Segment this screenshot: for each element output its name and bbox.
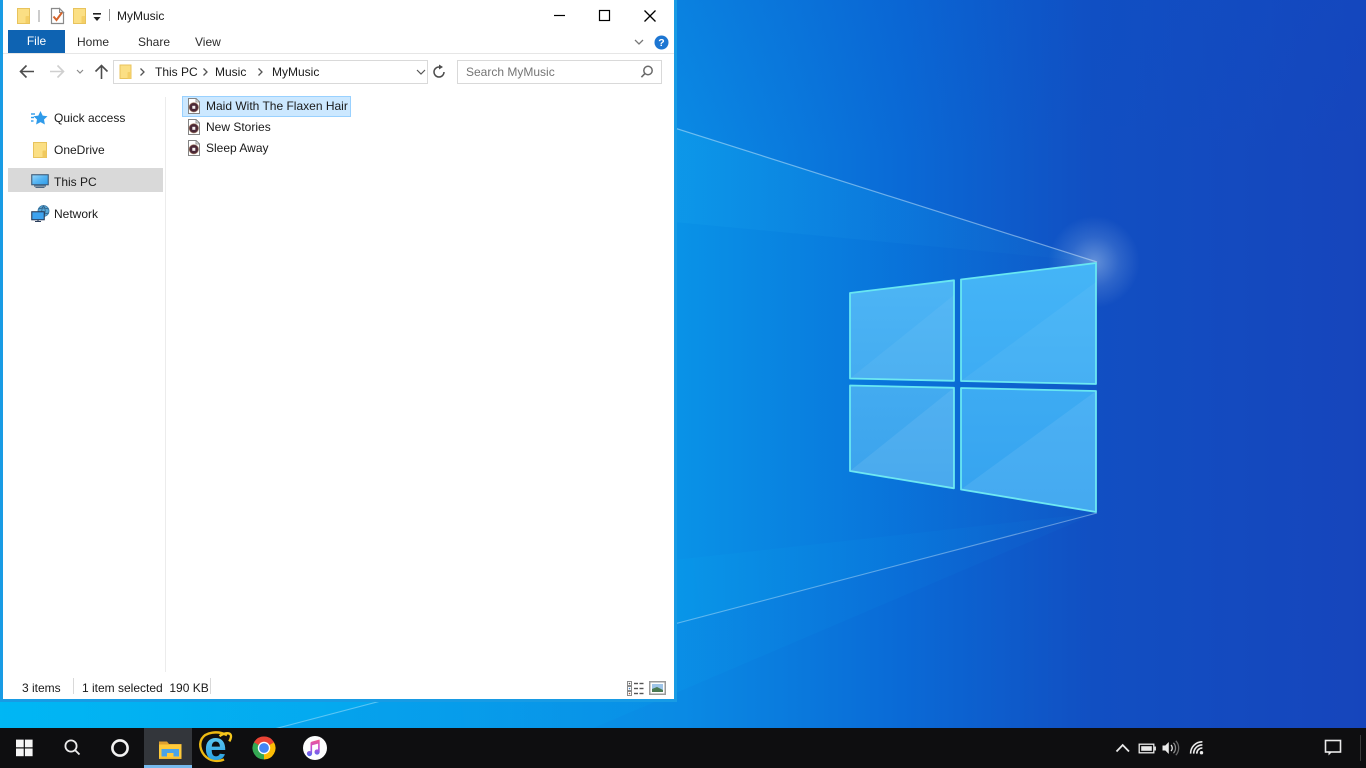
svg-text:?: ? bbox=[658, 37, 664, 49]
